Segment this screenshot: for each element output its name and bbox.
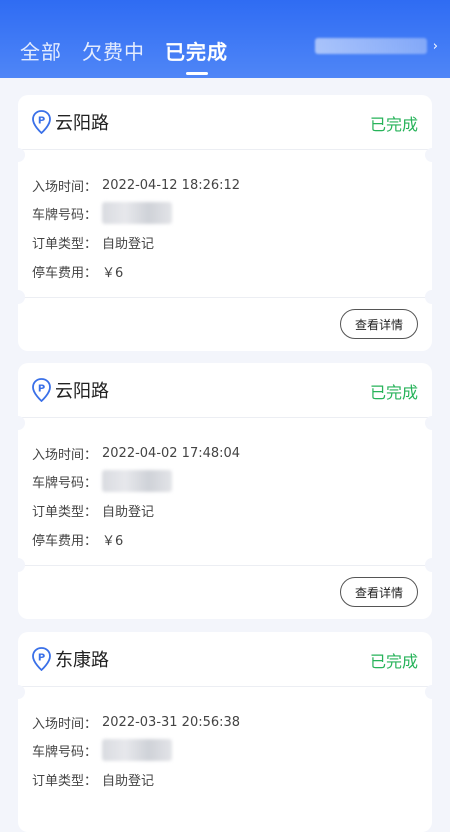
plate-label: 车牌号码：: [32, 744, 98, 760]
divider: [18, 686, 432, 687]
parking-pin-icon: P: [32, 110, 51, 135]
tab-bar: 全部 欠费中 已完成: [20, 36, 248, 65]
road-name: 云阳路: [55, 381, 109, 402]
status-badge: 已完成: [369, 652, 418, 671]
tab-all[interactable]: 全部: [20, 36, 62, 65]
entry-time-row: 入场时间： 2022-03-31 20:56:38: [32, 713, 240, 732]
plate-label: 车牌号码：: [32, 207, 98, 223]
status-badge: 已完成: [369, 383, 418, 402]
order-type-label: 订单类型：: [32, 237, 98, 252]
tab-completed[interactable]: 已完成: [165, 36, 228, 65]
card-header: P 云阳路 已完成: [18, 95, 432, 149]
order-type-label: 订单类型：: [32, 774, 98, 789]
road-name: 东康路: [55, 650, 109, 671]
entry-time-label: 入场时间：: [32, 180, 98, 195]
order-type-value: 自助登记: [102, 505, 155, 520]
ticket-notch-right: [425, 148, 439, 162]
ticket-notch-left: [11, 290, 25, 304]
tab-arrears[interactable]: 欠费中: [82, 36, 145, 65]
order-type-row: 订单类型： 自助登记: [32, 233, 154, 252]
ticket-notch-right: [425, 290, 439, 304]
entry-time-label: 入场时间：: [32, 717, 98, 732]
entry-time-value: 2022-04-02 17:48:04: [102, 446, 241, 461]
parking-pin-icon: P: [32, 378, 51, 403]
fee-row: 停车费用： ￥6: [32, 262, 123, 281]
parking-record-card[interactable]: P 云阳路 已完成 入场时间： 2022-04-12 18:26:12 车牌号码…: [11, 95, 439, 351]
parking-record-card[interactable]: P 云阳路 已完成 入场时间： 2022-04-02 17:48:04 车牌号码…: [11, 363, 439, 619]
order-type-value: 自助登记: [102, 237, 155, 252]
blurred-account-text: [314, 38, 427, 54]
divider: [18, 565, 432, 566]
order-type-row: 订单类型： 自助登记: [32, 770, 154, 789]
card-header: P 云阳路 已完成: [18, 363, 432, 417]
parking-pin-icon: P: [32, 647, 51, 672]
account-selector[interactable]: ›: [314, 38, 438, 54]
svg-text:P: P: [38, 116, 45, 127]
fee-label: 停车费用：: [32, 266, 98, 281]
entry-time-row: 入场时间： 2022-04-12 18:26:12: [32, 176, 240, 195]
svg-text:P: P: [38, 653, 45, 664]
blurred-plate-number: [102, 470, 172, 492]
status-badge: 已完成: [369, 115, 418, 134]
ticket-notch-left: [11, 558, 25, 572]
plate-row: 车牌号码：: [32, 202, 172, 224]
fee-value: ￥6: [102, 266, 124, 281]
divider: [18, 149, 432, 150]
parking-record-card[interactable]: P 东康路 已完成 入场时间： 2022-03-31 20:56:38 车牌号码…: [11, 632, 439, 832]
fee-label: 停车费用：: [32, 534, 98, 549]
fee-value: ￥6: [102, 534, 124, 549]
ticket-notch-left: [11, 148, 25, 162]
ticket-notch-left: [11, 685, 25, 699]
divider: [18, 297, 432, 298]
blurred-plate-number: [102, 739, 172, 761]
order-type-row: 订单类型： 自助登记: [32, 501, 154, 520]
view-details-button[interactable]: 查看详情: [340, 577, 418, 607]
plate-row: 车牌号码：: [32, 739, 172, 761]
header-bar: 全部 欠费中 已完成 ›: [0, 0, 450, 78]
fee-row: 停车费用： ￥6: [32, 530, 123, 549]
plate-row: 车牌号码：: [32, 470, 172, 492]
ticket-notch-left: [11, 416, 25, 430]
entry-time-label: 入场时间：: [32, 448, 98, 463]
entry-time-value: 2022-03-31 20:56:38: [102, 715, 241, 730]
entry-time-row: 入场时间： 2022-04-02 17:48:04: [32, 444, 240, 463]
blurred-plate-number: [102, 202, 172, 224]
svg-text:P: P: [38, 384, 45, 395]
ticket-notch-right: [425, 558, 439, 572]
plate-label: 车牌号码：: [32, 475, 98, 491]
ticket-notch-right: [425, 416, 439, 430]
view-details-button[interactable]: 查看详情: [340, 309, 418, 339]
divider: [18, 417, 432, 418]
order-type-label: 订单类型：: [32, 505, 98, 520]
road-name: 云阳路: [55, 113, 109, 134]
chevron-right-icon: ›: [432, 38, 438, 54]
ticket-notch-right: [425, 685, 439, 699]
order-type-value: 自助登记: [102, 774, 155, 789]
card-header: P 东康路 已完成: [18, 632, 432, 686]
entry-time-value: 2022-04-12 18:26:12: [102, 178, 241, 193]
